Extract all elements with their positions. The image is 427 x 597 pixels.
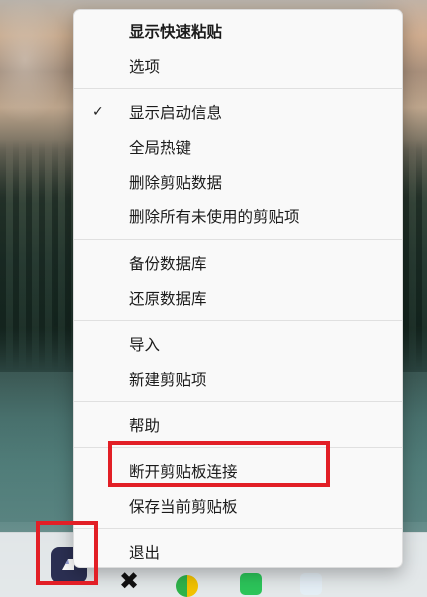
menu-item-import[interactable]: 导入 [74, 329, 402, 359]
menu-item-label: 保存当前剪贴板 [129, 498, 238, 516]
menu-separator [74, 447, 402, 448]
menu-item-label: 删除所有未使用的剪贴项 [129, 208, 300, 226]
green-tray-icon[interactable] [240, 573, 262, 595]
menu-item-show-startup-info[interactable]: ✓ 显示启动信息 [74, 97, 402, 127]
menu-item-new-clip[interactable]: 新建剪贴项 [74, 364, 402, 394]
menu-item-label: 全局热键 [129, 139, 192, 157]
menu-item-global-hotkeys[interactable]: 全局热键 [74, 132, 402, 162]
clipboard-context-menu: 显示快速粘贴 选项 ✓ 显示启动信息 全局热键 删除剪贴数据 删除所有未使用的剪… [73, 9, 403, 568]
menu-separator [74, 239, 402, 240]
green-yellow-tray-icon[interactable] [176, 575, 198, 597]
light-tray-icon[interactable] [300, 573, 322, 595]
menu-item-disconnect-clipboard[interactable]: 断开剪贴板连接 [74, 456, 402, 486]
menu-item-label: 备份数据库 [129, 255, 207, 273]
menu-item-label: 还原数据库 [129, 290, 207, 308]
menu-item-delete-clip-data[interactable]: 删除剪贴数据 [74, 167, 402, 197]
menu-item-label: 帮助 [129, 417, 161, 435]
menu-item-label: 退出 [129, 544, 161, 562]
black-tray-icon[interactable]: ✖ [116, 569, 142, 595]
menu-separator [74, 320, 402, 321]
checkmark-icon: ✓ [92, 104, 104, 120]
menu-item-label: 选项 [129, 58, 161, 76]
menu-item-label: 导入 [129, 336, 161, 354]
menu-item-label: 断开剪贴板连接 [129, 463, 238, 481]
menu-item-show-quick-paste[interactable]: 显示快速粘贴 [74, 16, 402, 46]
menu-item-exit[interactable]: 退出 [74, 537, 402, 567]
menu-item-help[interactable]: 帮助 [74, 410, 402, 440]
menu-separator [74, 401, 402, 402]
menu-item-label: 新建剪贴项 [129, 371, 207, 389]
menu-separator [74, 88, 402, 89]
menu-item-backup-database[interactable]: 备份数据库 [74, 248, 402, 278]
menu-item-delete-unused-clips[interactable]: 删除所有未使用的剪贴项 [74, 201, 402, 231]
menu-item-restore-database[interactable]: 还原数据库 [74, 283, 402, 313]
menu-separator [74, 528, 402, 529]
menu-item-label: 显示启动信息 [129, 104, 223, 122]
menu-item-save-current-clipboard[interactable]: 保存当前剪贴板 [74, 491, 402, 521]
menu-item-options[interactable]: 选项 [74, 51, 402, 81]
menu-item-label: 显示快速粘贴 [129, 23, 223, 41]
menu-item-label: 删除剪贴数据 [129, 174, 223, 192]
